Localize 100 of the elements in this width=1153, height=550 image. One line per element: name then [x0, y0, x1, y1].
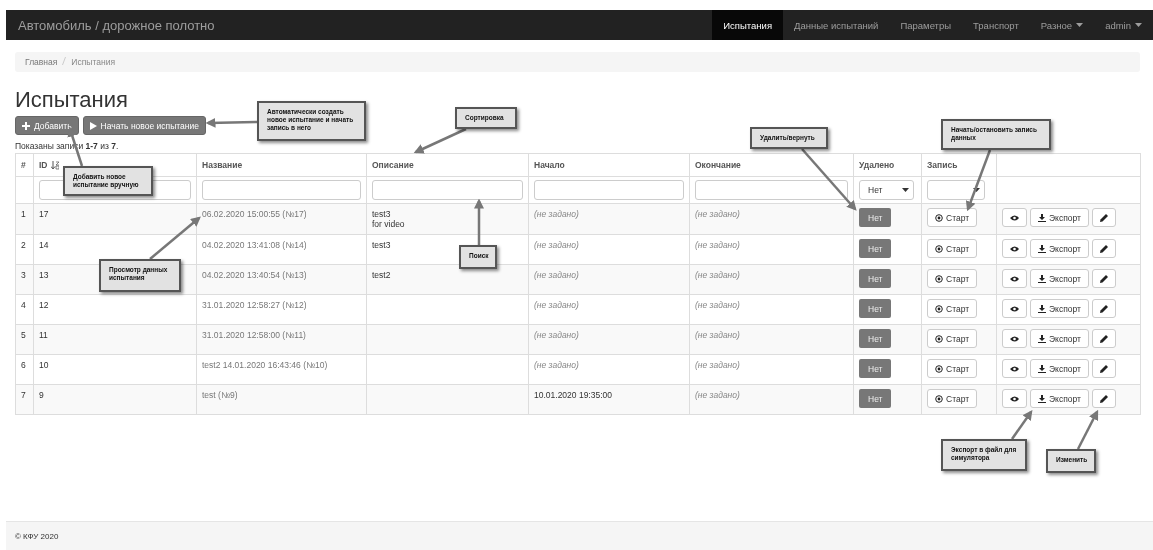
filter-field[interactable]	[534, 180, 684, 200]
table-cell: (не задано)	[695, 300, 740, 310]
start-record-button[interactable]: Старт	[927, 239, 978, 258]
nav-tab[interactable]: Данные испытаний	[783, 10, 890, 40]
row-number: 5	[21, 330, 26, 340]
download-icon	[1038, 394, 1046, 403]
view-button[interactable]	[1002, 239, 1027, 258]
edit-button[interactable]	[1091, 299, 1116, 318]
nav-tab[interactable]: Разное	[1029, 10, 1095, 40]
download-icon	[1038, 213, 1046, 222]
export-button[interactable]: Экспорт	[1030, 329, 1089, 348]
table-cell: (не задано)	[534, 360, 579, 370]
start-record-button[interactable]: Старт	[927, 389, 978, 408]
delete-button[interactable]: Нет	[859, 239, 892, 258]
column-header[interactable]: Начало	[534, 160, 565, 170]
start-button[interactable]: Начать новое испытание	[82, 116, 206, 135]
filter-select[interactable]	[927, 180, 985, 200]
callout-arrow	[1076, 409, 1099, 450]
export-button[interactable]: Экспорт	[1030, 299, 1089, 318]
column-header[interactable]: ID	[39, 160, 59, 170]
page-title: Испытания	[15, 87, 128, 113]
record-icon	[935, 334, 943, 343]
view-button[interactable]	[1002, 299, 1027, 318]
caret-icon	[902, 188, 909, 192]
nav-tab[interactable]: Параметры	[889, 10, 963, 40]
table-cell: (не задано)	[695, 240, 740, 250]
trial-link[interactable]: test (№9)	[202, 390, 238, 400]
edit-button[interactable]	[1091, 329, 1116, 348]
nav-tab[interactable]: Испытания	[712, 10, 784, 40]
trial-link[interactable]: 31.01.2020 12:58:00 (№11)	[202, 330, 306, 340]
pencil-icon	[1099, 213, 1108, 222]
column-header[interactable]: Окончание	[695, 160, 741, 170]
filter-field[interactable]	[695, 180, 848, 200]
eye-icon	[1010, 365, 1019, 372]
start-record-button[interactable]: Старт	[927, 299, 978, 318]
callout-arrow	[965, 149, 992, 212]
view-button[interactable]	[1002, 329, 1027, 348]
eye-icon	[1010, 245, 1019, 252]
view-button[interactable]	[1002, 389, 1027, 408]
trial-link[interactable]: 06.02.2020 15:00:55 (№17)	[202, 209, 307, 219]
start-record-button[interactable]: Старт	[927, 329, 978, 348]
record-icon	[935, 274, 943, 283]
callout-arrow	[1010, 409, 1033, 440]
callout-arrow	[413, 127, 467, 154]
edit-button[interactable]	[1091, 239, 1116, 258]
export-button[interactable]: Экспорт	[1030, 269, 1089, 288]
view-button[interactable]	[1002, 208, 1027, 227]
table-cell: (не задано)	[695, 390, 740, 400]
nav-tab[interactable]: Транспорт	[962, 10, 1030, 40]
delete-button[interactable]: Нет	[859, 208, 892, 227]
table-cell: test2	[372, 270, 391, 280]
export-button[interactable]: Экспорт	[1030, 389, 1089, 408]
pencil-icon	[1099, 304, 1108, 313]
record-icon	[935, 364, 943, 373]
edit-button[interactable]	[1091, 208, 1116, 227]
export-button[interactable]: Экспорт	[1030, 359, 1089, 378]
column-header[interactable]: #	[21, 160, 26, 170]
start-record-button[interactable]: Старт	[927, 208, 978, 227]
delete-button[interactable]: Нет	[859, 329, 892, 348]
start-record-button[interactable]: Старт	[927, 359, 978, 378]
table-cell: 12	[39, 300, 49, 310]
record-icon	[935, 304, 943, 313]
filter-field[interactable]	[202, 180, 361, 200]
trial-link[interactable]: 04.02.2020 13:40:54 (№13)	[202, 270, 307, 280]
export-button[interactable]: Экспорт	[1030, 208, 1089, 227]
callout-arrow	[205, 117, 258, 128]
nav-tab[interactable]: admin	[1094, 10, 1153, 40]
record-icon	[935, 394, 943, 403]
breadcrumb-item[interactable]: Главная	[25, 57, 58, 67]
column-header[interactable]: Описание	[372, 160, 414, 170]
delete-button[interactable]: Нет	[859, 299, 892, 318]
eye-icon	[1010, 305, 1019, 312]
filter-field[interactable]	[372, 180, 523, 200]
start-record-button[interactable]: Старт	[927, 269, 978, 288]
table-cell: 13	[39, 270, 49, 280]
eye-icon	[1010, 335, 1019, 342]
delete-button[interactable]: Нет	[859, 269, 892, 288]
filter-select[interactable]: Нет	[859, 180, 914, 200]
row-number: 2	[21, 240, 26, 250]
table-cell: 10.01.2020 19:35:00	[534, 390, 612, 400]
table-cell: (не задано)	[534, 270, 579, 280]
view-button[interactable]	[1002, 269, 1027, 288]
delete-button[interactable]: Нет	[859, 359, 892, 378]
callout-arrow	[474, 198, 484, 245]
add-button[interactable]: Добавить	[15, 116, 79, 135]
download-icon	[1038, 364, 1046, 373]
table-cell: (не задано)	[695, 270, 740, 280]
edit-button[interactable]	[1091, 389, 1116, 408]
delete-button[interactable]: Нет	[859, 389, 892, 408]
edit-button[interactable]	[1091, 359, 1116, 378]
trial-link[interactable]: 04.02.2020 13:41:08 (№14)	[202, 240, 307, 250]
view-button[interactable]	[1002, 359, 1027, 378]
table-cell: (не задано)	[695, 360, 740, 370]
trial-link[interactable]: 31.01.2020 12:58:27 (№12)	[202, 300, 307, 310]
download-icon	[1038, 304, 1046, 313]
export-button[interactable]: Экспорт	[1030, 239, 1089, 258]
column-header[interactable]: Запись	[927, 160, 958, 170]
column-header[interactable]: Название	[202, 160, 243, 170]
play-icon	[89, 121, 97, 130]
edit-button[interactable]	[1091, 269, 1116, 288]
